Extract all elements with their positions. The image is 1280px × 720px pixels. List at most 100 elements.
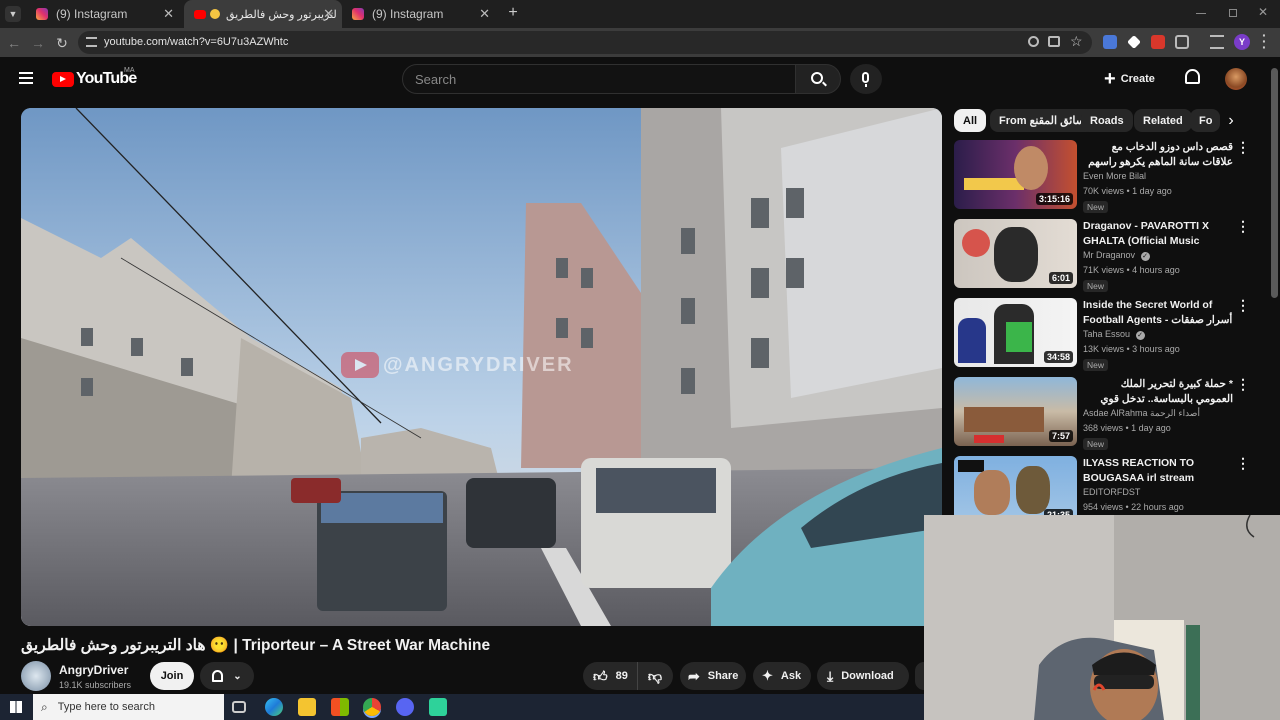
taskbar-search-box[interactable]: ⌕ Type here to search	[33, 694, 224, 720]
hamburger-menu-icon[interactable]	[19, 72, 33, 84]
recommendation-item[interactable]: 3:15:16 قصص داس دوزو الدخاب مع علاقات سا…	[954, 140, 1254, 213]
tab-search-chevron-icon[interactable]: ▼	[5, 6, 21, 22]
account-avatar[interactable]	[1225, 68, 1247, 90]
more-actions-icon[interactable]: ⋮	[1236, 456, 1250, 470]
discord-icon[interactable]	[396, 698, 414, 716]
forward-icon[interactable]: →	[28, 33, 48, 53]
webcam-frame	[924, 515, 1280, 720]
install-icon[interactable]	[1048, 36, 1060, 47]
media-control-icon[interactable]	[1210, 35, 1224, 49]
video-thumbnail[interactable]: 3:15:16	[954, 140, 1077, 209]
recommendation-item[interactable]: 6:01 Draganov - PAVAROTTI X GHALTA (Offi…	[954, 219, 1254, 292]
window-close-icon[interactable]: ✕	[1258, 5, 1268, 19]
tab-instagram-2[interactable]: (9) Instagram ✕	[342, 0, 498, 28]
search-box[interactable]	[402, 64, 796, 94]
youtube-header: YouTube MA + Create	[0, 57, 1280, 100]
video-title-heading: هاد التريبرتور وحش فالطريق 😶 | Triporteu…	[21, 637, 491, 654]
chip-more[interactable]: Fo	[1190, 109, 1220, 132]
channel-name[interactable]: Even More Bilal	[1083, 171, 1146, 181]
chip-label: Roads	[1090, 114, 1124, 127]
video-thumbnail[interactable]: 6:01	[954, 219, 1077, 288]
channel-name[interactable]: Taha Essou ✓	[1083, 329, 1145, 340]
ask-button[interactable]: ✦ Ask	[753, 662, 811, 690]
close-icon[interactable]: ✕	[163, 6, 174, 22]
share-label: Share	[707, 670, 739, 682]
back-icon[interactable]: ←	[4, 33, 24, 53]
channel-name[interactable]: Mr Draganov ✓	[1083, 250, 1150, 261]
browser-menu-icon[interactable]: · · ·	[1262, 28, 1267, 54]
download-button[interactable]: ⤓ Download	[817, 662, 909, 690]
windows-start-icon[interactable]	[10, 701, 22, 713]
create-button[interactable]: + Create	[1104, 64, 1155, 94]
chrome-icon[interactable]	[363, 698, 381, 716]
search-input[interactable]	[403, 65, 763, 93]
page-scrollbar[interactable]	[1271, 68, 1278, 298]
video-title[interactable]: ILYASS REACTION TO BOUGASAA irl stream	[1083, 456, 1233, 486]
reload-icon[interactable]: ↻	[52, 33, 72, 53]
channel-label: Mr Draganov	[1083, 250, 1136, 260]
channel-avatar[interactable]	[21, 661, 51, 691]
webcam-overlay	[924, 515, 1280, 720]
video-title[interactable]: Inside the Secret World of Football Agen…	[1083, 298, 1233, 328]
subscribe-bell-button[interactable]: ⌄	[200, 662, 254, 690]
store-icon[interactable]	[331, 698, 349, 716]
ask-label: Ask	[780, 670, 802, 682]
video-thumbnail[interactable]: 34:58	[954, 298, 1077, 367]
dislike-button[interactable]: 👎︎	[638, 668, 672, 685]
youtube-icon	[194, 9, 206, 19]
voice-search-button[interactable]	[850, 64, 882, 94]
chevron-down-icon: ⌄	[233, 670, 242, 682]
new-badge: New	[1083, 359, 1109, 371]
more-actions-icon[interactable]: ⋮	[1236, 298, 1250, 312]
recommendation-item[interactable]: 7:57 * حملة كبيرة لتحرير الملك العمومي ب…	[954, 377, 1254, 450]
plus-icon: +	[1104, 68, 1116, 90]
bookmark-star-icon[interactable]: ☆	[1070, 33, 1083, 50]
channel-label: Taha Essou	[1083, 329, 1131, 339]
search-button[interactable]	[795, 64, 841, 94]
video-title[interactable]: * حملة كبيرة لتحرير الملك العمومي بالبسا…	[1083, 377, 1233, 407]
verified-icon: ✓	[1140, 252, 1150, 261]
zoom-icon[interactable]	[1028, 36, 1039, 47]
tab-instagram-1[interactable]: (9) Instagram ✕	[26, 0, 182, 28]
share-button[interactable]: ➦ Share	[680, 662, 746, 690]
address-bar[interactable]: youtube.com/watch?v=6U7u3AZWhtc ☆	[78, 31, 1092, 54]
more-actions-icon[interactable]: ⋮	[1236, 219, 1250, 233]
thumbs-up-icon: 👍︎	[593, 667, 608, 684]
file-explorer-icon[interactable]	[298, 698, 316, 716]
more-actions-icon[interactable]: ⋮	[1236, 140, 1250, 154]
notifications-bell-icon[interactable]	[1185, 69, 1200, 84]
video-title[interactable]: Draganov - PAVAROTTI X GHALTA (Official …	[1083, 219, 1233, 249]
task-view-icon[interactable]	[232, 701, 246, 713]
tab-youtube-video[interactable]: هاد التريبرتور وحش فالطريق ✕	[184, 0, 342, 28]
chip-all[interactable]: All	[954, 109, 987, 132]
translate-extension-icon[interactable]	[1103, 35, 1117, 49]
restore-icon[interactable]	[1229, 9, 1237, 17]
video-meta: 954 views • 22 hours ago	[1083, 502, 1184, 512]
video-player[interactable]: @ANGRYDRIVER	[21, 108, 942, 626]
more-actions-icon[interactable]: ⋮	[1236, 377, 1250, 391]
channel-name[interactable]: EDITORFDST	[1083, 487, 1140, 497]
recommendation-item[interactable]: 34:58 Inside the Secret World of Footbal…	[954, 298, 1254, 371]
video-thumbnail[interactable]: 7:57	[954, 377, 1077, 446]
new-tab-icon[interactable]: +	[504, 4, 522, 22]
site-info-icon[interactable]	[86, 37, 97, 47]
red-extension-icon[interactable]	[1151, 35, 1165, 49]
channel-name[interactable]: Asdae AlRahma أصداء الرحمة	[1083, 408, 1200, 419]
join-button[interactable]: Join	[150, 662, 194, 690]
edge-icon[interactable]	[265, 698, 283, 716]
profile-avatar[interactable]: Y	[1234, 34, 1250, 50]
diamond-extension-icon[interactable]	[1127, 35, 1141, 49]
close-icon[interactable]: ✕	[323, 6, 334, 22]
chips-next-chevron-icon[interactable]: ›	[1222, 112, 1240, 130]
chip-related[interactable]: Related	[1134, 109, 1192, 132]
chip-roads[interactable]: Roads	[1081, 109, 1133, 132]
channel-name-link[interactable]: AngryDriver	[59, 663, 128, 677]
video-title[interactable]: قصص داس دوزو الدخاب مع علاقات سانة الماه…	[1083, 140, 1233, 170]
browser-toolbar: ← → ↻ youtube.com/watch?v=6U7u3AZWhtc ☆ …	[0, 28, 1280, 57]
like-button[interactable]: 👍︎ 89	[583, 662, 638, 690]
minimize-icon[interactable]	[1196, 13, 1206, 14]
app-icon[interactable]	[429, 698, 447, 716]
more-actions-button[interactable]	[915, 662, 924, 690]
extensions-puzzle-icon[interactable]	[1175, 35, 1189, 49]
close-icon[interactable]: ✕	[479, 6, 490, 22]
